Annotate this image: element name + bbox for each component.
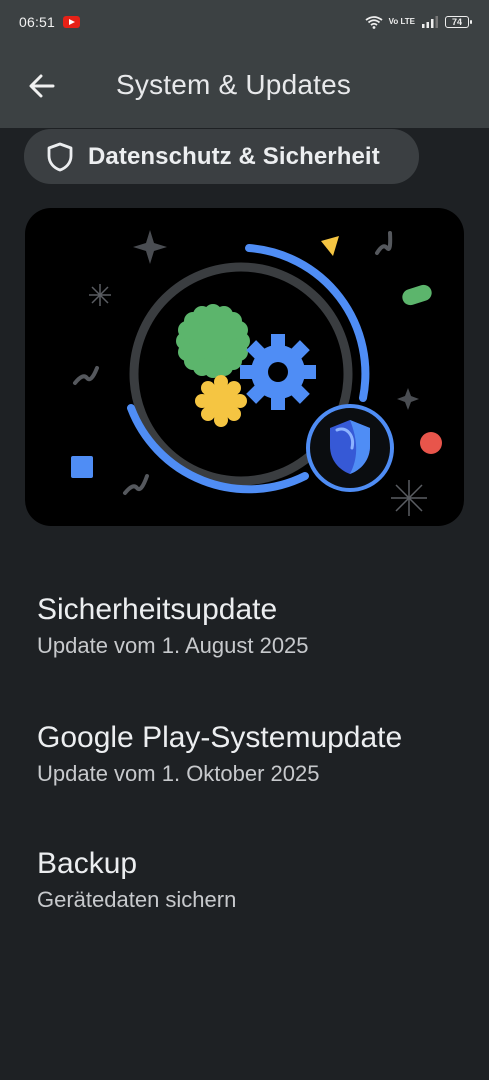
chip-label: Datenschutz & Sicherheit bbox=[88, 142, 380, 170]
triangle-shape bbox=[321, 236, 339, 256]
item-title: Google Play-Systemupdate bbox=[37, 721, 403, 754]
squiggle-shape bbox=[123, 474, 149, 495]
signal-icon bbox=[422, 16, 438, 28]
item-subtitle: Gerätedaten sichern bbox=[37, 887, 237, 912]
battery-icon: 74 bbox=[445, 16, 472, 28]
squiggle-shape bbox=[73, 366, 99, 385]
back-button[interactable] bbox=[18, 64, 66, 108]
page-title: System & Updates bbox=[116, 69, 352, 100]
youtube-notification-icon bbox=[63, 16, 81, 28]
starburst-shape bbox=[89, 284, 111, 306]
shield-icon bbox=[47, 142, 73, 171]
yellow-gear-flower bbox=[195, 375, 247, 427]
arrow-back-icon bbox=[29, 74, 55, 98]
status-right: Vo LTE 74 bbox=[365, 15, 472, 29]
green-gear-flower bbox=[176, 304, 250, 378]
app-bar: System & Updates bbox=[0, 44, 489, 128]
status-time: 06:51 bbox=[19, 14, 56, 30]
illustration-graphic bbox=[71, 230, 442, 516]
pill-shape bbox=[402, 284, 432, 306]
volte-indicator: Vo LTE bbox=[388, 17, 415, 26]
squiggle-shape bbox=[375, 231, 393, 255]
square-shape bbox=[71, 456, 93, 478]
security-illustration bbox=[25, 208, 464, 526]
list-item-backup[interactable]: Backup Gerätedaten sichern bbox=[0, 846, 489, 914]
status-left: 06:51 bbox=[19, 14, 81, 30]
list-item-google-play-system-update[interactable]: Google Play-Systemupdate Update vom 1. O… bbox=[0, 720, 489, 788]
item-title: Sicherheitsupdate bbox=[37, 593, 278, 626]
blue-cog bbox=[240, 334, 316, 410]
list-item-security-update[interactable]: Sicherheitsupdate Update vom 1. August 2… bbox=[0, 592, 489, 660]
item-subtitle: Update vom 1. August 2025 bbox=[37, 633, 309, 658]
sparkle-shape bbox=[133, 230, 167, 264]
sparkle-shape bbox=[397, 388, 419, 410]
privacy-security-chip[interactable]: Datenschutz & Sicherheit bbox=[24, 129, 419, 184]
item-subtitle: Update vom 1. Oktober 2025 bbox=[37, 761, 320, 786]
dot-shape bbox=[420, 432, 442, 454]
item-title: Backup bbox=[37, 847, 138, 880]
wifi-icon bbox=[365, 16, 383, 29]
status-bar: 06:51 Vo LTE 74 bbox=[0, 0, 489, 44]
starburst-shape bbox=[391, 480, 427, 516]
